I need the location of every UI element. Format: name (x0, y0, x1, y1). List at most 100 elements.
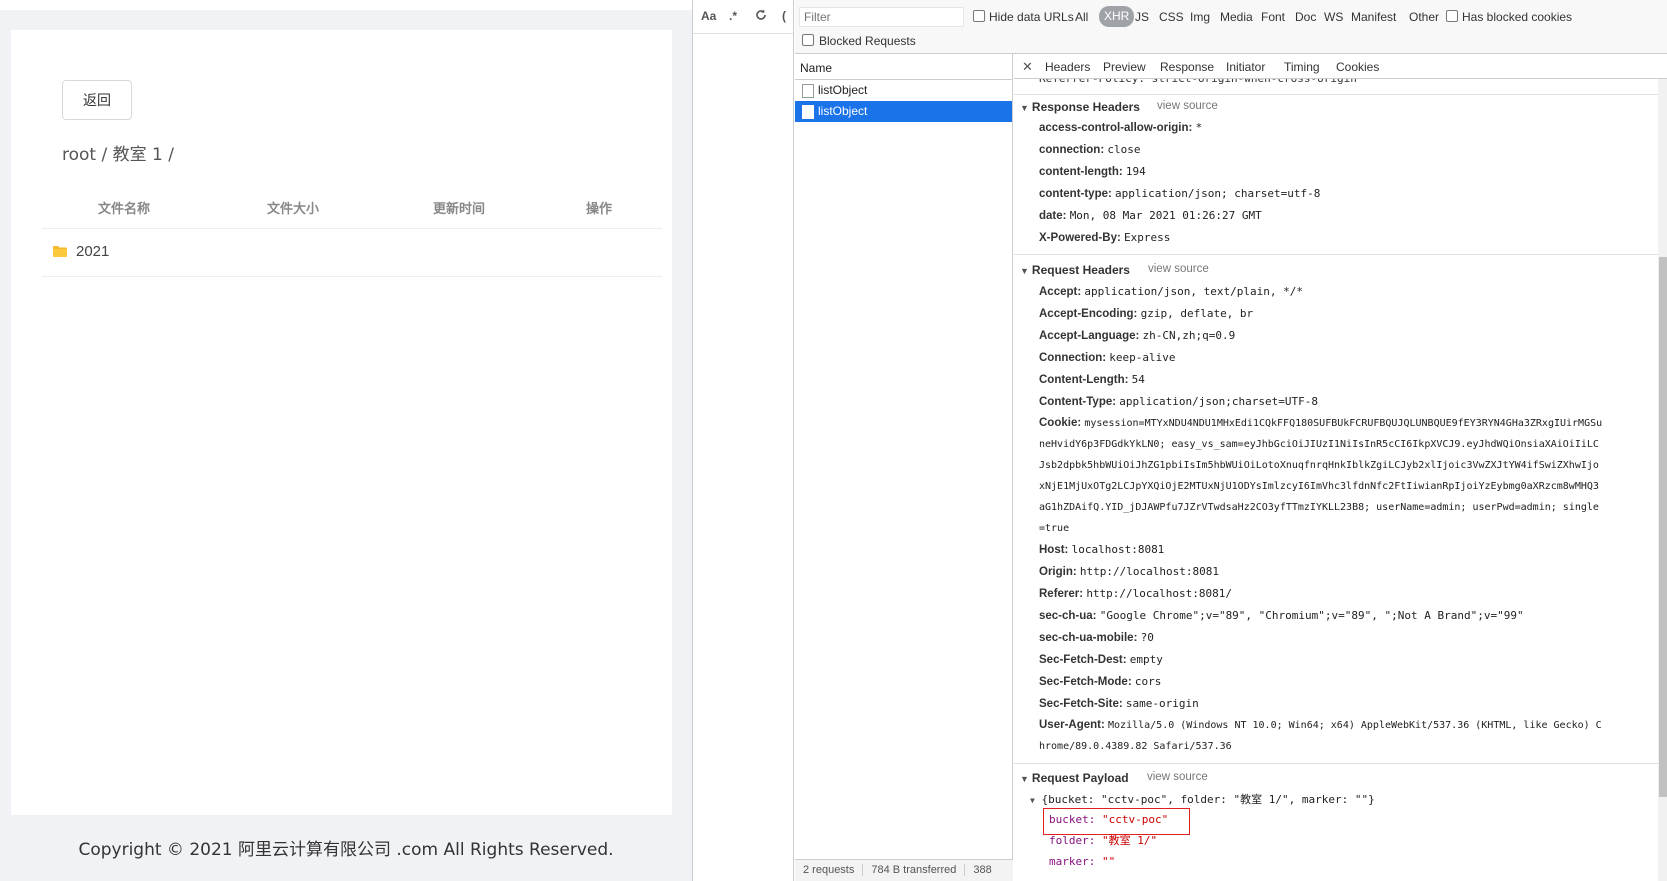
detail-scrollbar[interactable] (1658, 79, 1667, 881)
breadcrumb: root / 教室 1 / (62, 145, 174, 165)
table-divider (42, 276, 662, 277)
request-detail-panel: ✕ Headers Preview Response Initiator Tim… (1014, 54, 1667, 881)
response-headers-toggle[interactable]: ▼ Response Headers (1020, 100, 1140, 114)
header-line: X-Powered-By: Express (1039, 231, 1171, 244)
column-header-name[interactable]: 文件名称 (98, 198, 150, 217)
folder-name[interactable]: 2021 (76, 243, 109, 260)
column-header-updated[interactable]: 更新时间 (433, 198, 485, 217)
network-status-bar: 2 requests 784 B transferred 388 (795, 859, 1013, 881)
type-filter-ws[interactable]: WS (1324, 10, 1343, 24)
request-view-source-link[interactable]: view source (1148, 263, 1209, 275)
header-line: sec-ch-ua: "Google Chrome";v="89", "Chro… (1039, 609, 1524, 622)
blocked-requests-checkbox[interactable] (802, 34, 814, 46)
hide-data-urls-label: Hide data URLs (989, 10, 1074, 24)
tab-response[interactable]: Response (1160, 60, 1214, 74)
match-case-icon[interactable]: Aa (701, 9, 716, 23)
close-icon[interactable]: ✕ (1022, 59, 1033, 75)
type-filter-manifest[interactable]: Manifest (1351, 10, 1396, 24)
header-line: Referer: http://localhost:8081/ (1039, 587, 1233, 600)
hide-data-urls-checkbox[interactable] (973, 10, 985, 22)
clear-icon[interactable]: ( (782, 9, 786, 23)
app-topbar (0, 0, 692, 10)
section-divider (1014, 254, 1658, 255)
cookie-value-line: =true (1039, 523, 1070, 534)
name-column-header[interactable]: Name (795, 54, 1012, 80)
header-line: Accept: application/json, text/plain, */… (1039, 285, 1303, 298)
header-line: Origin: http://localhost:8081 (1039, 565, 1219, 578)
payload-view-source-link[interactable]: view source (1147, 771, 1208, 783)
tab-preview[interactable]: Preview (1103, 60, 1146, 74)
refresh-icon[interactable] (755, 9, 767, 24)
type-filter-xhr[interactable]: XHR (1099, 6, 1135, 27)
request-row-selected[interactable]: listObject (795, 101, 1012, 122)
header-line: Content-Type: application/json;charset=U… (1039, 395, 1318, 408)
header-line: content-type: application/json; charset=… (1039, 187, 1321, 200)
tab-cookies[interactable]: Cookies (1336, 60, 1379, 74)
cookie-value-line: xNjE1MjUxOTg2LCJpYXQiOjE2MTUxNjU1ODYsIml… (1039, 481, 1599, 492)
section-divider (1014, 94, 1658, 95)
type-filter-css[interactable]: CSS (1159, 10, 1184, 24)
back-button[interactable]: 返回 (62, 80, 132, 120)
expand-triangle-icon: ▼ (1020, 774, 1029, 784)
column-header-actions: 操作 (586, 202, 613, 217)
header-line: content-length: 194 (1039, 165, 1146, 178)
header-line: date: Mon, 08 Mar 2021 01:26:27 GMT (1039, 209, 1262, 222)
request-count: 2 requests (795, 864, 864, 876)
header-line: access-control-allow-origin: * (1039, 121, 1203, 134)
tab-initiator[interactable]: Initiator (1226, 60, 1265, 74)
has-blocked-cookies-checkbox[interactable] (1446, 10, 1458, 22)
table-row[interactable]: 2021 (42, 229, 662, 276)
user-agent-line: User-Agent: Mozilla/5.0 (Windows NT 10.0… (1039, 719, 1602, 731)
expand-triangle-icon: ▼ (1020, 103, 1029, 113)
type-filter-other[interactable]: Other (1409, 10, 1439, 24)
regex-icon[interactable]: .* (729, 9, 737, 23)
filter-bar: Hide data URLs All XHR JS CSS Img Media … (795, 0, 1667, 34)
request-name: listObject (818, 83, 868, 97)
type-filter-doc[interactable]: Doc (1295, 10, 1316, 24)
request-headers-toggle[interactable]: ▼ Request Headers (1020, 263, 1130, 277)
request-payload-toggle[interactable]: ▼ Request Payload (1020, 771, 1129, 785)
cookie-header-line: Cookie: mysession=MTYxNDU4NDU1MHxEdi1CQk… (1039, 417, 1603, 429)
devtools-network-panel: Aa .* ( Hide data URLs All XHR JS CSS Im… (692, 0, 1667, 881)
cookie-value-line: aG1hZDAifQ.YID_jDJAWPfu7JZrVTwdsaHz2CO3y… (1039, 502, 1599, 513)
scrollbar-thumb[interactable] (1659, 257, 1667, 797)
copyright-footer: Copyright © 2021 阿里云计算有限公司 .com All Righ… (78, 840, 614, 860)
detail-tabs: ✕ Headers Preview Response Initiator Tim… (1014, 54, 1667, 79)
type-filter-js[interactable]: JS (1135, 10, 1149, 24)
tab-headers[interactable]: Headers (1045, 60, 1090, 74)
folder-icon (53, 246, 67, 257)
tab-timing[interactable]: Timing (1284, 60, 1320, 74)
expand-triangle-icon: ▼ (1020, 266, 1029, 276)
column-header-size[interactable]: 文件大小 (267, 198, 319, 217)
blocked-requests-label: Blocked Requests (819, 34, 916, 48)
type-filter-img[interactable]: Img (1190, 10, 1210, 24)
has-blocked-cookies-label: Has blocked cookies (1462, 10, 1573, 24)
type-filter-all[interactable]: All (1075, 10, 1088, 24)
header-line: Sec-Fetch-Site: same-origin (1039, 697, 1199, 710)
header-line: connection: close (1039, 143, 1141, 156)
headers-content: Referrer-Policy: strict-origin-when-cros… (1014, 79, 1658, 881)
file-icon (802, 84, 814, 98)
expand-triangle-icon: ▼ (1030, 796, 1035, 805)
header-line: Host: localhost:8081 (1039, 543, 1165, 556)
transferred-size: 784 B transferred (863, 864, 966, 876)
header-line: Sec-Fetch-Mode: cors (1039, 675, 1162, 688)
filter-input[interactable] (799, 7, 964, 27)
cookie-value-line: neHvidY6p3FDGdkYkLN0; easy_vs_sam=eyJhbG… (1039, 439, 1599, 450)
file-browser-app: 返回 root / 教室 1 / 文件名称 文件大小 更新时间 操作 2021 … (0, 0, 692, 881)
resources-size: 388 (973, 864, 992, 876)
file-browser-card: 返回 root / 教室 1 / 文件名称 文件大小 更新时间 操作 2021 (11, 30, 672, 815)
header-line: sec-ch-ua-mobile: ?0 (1039, 631, 1154, 644)
user-agent-line-cont: hrome/89.0.4389.82 Safari/537.36 (1039, 741, 1232, 752)
header-line: Sec-Fetch-Dest: empty (1039, 653, 1163, 666)
request-row[interactable]: listObject (795, 80, 1012, 101)
response-view-source-link[interactable]: view source (1157, 100, 1218, 112)
search-toolbar-row: Aa .* ( (693, 0, 793, 34)
header-line: Accept-Language: zh-CN,zh;q=0.9 (1039, 329, 1236, 342)
type-filter-media[interactable]: Media (1220, 10, 1253, 24)
request-name: listObject (818, 104, 868, 118)
cookie-value-line: Jsb2dpbk5hbWUiOiJhZG1pbiIsIm5hbWUiOiLoto… (1039, 460, 1599, 471)
type-filter-font[interactable]: Font (1261, 10, 1285, 24)
payload-field: marker: "" (1049, 855, 1116, 868)
section-divider (1014, 763, 1658, 764)
